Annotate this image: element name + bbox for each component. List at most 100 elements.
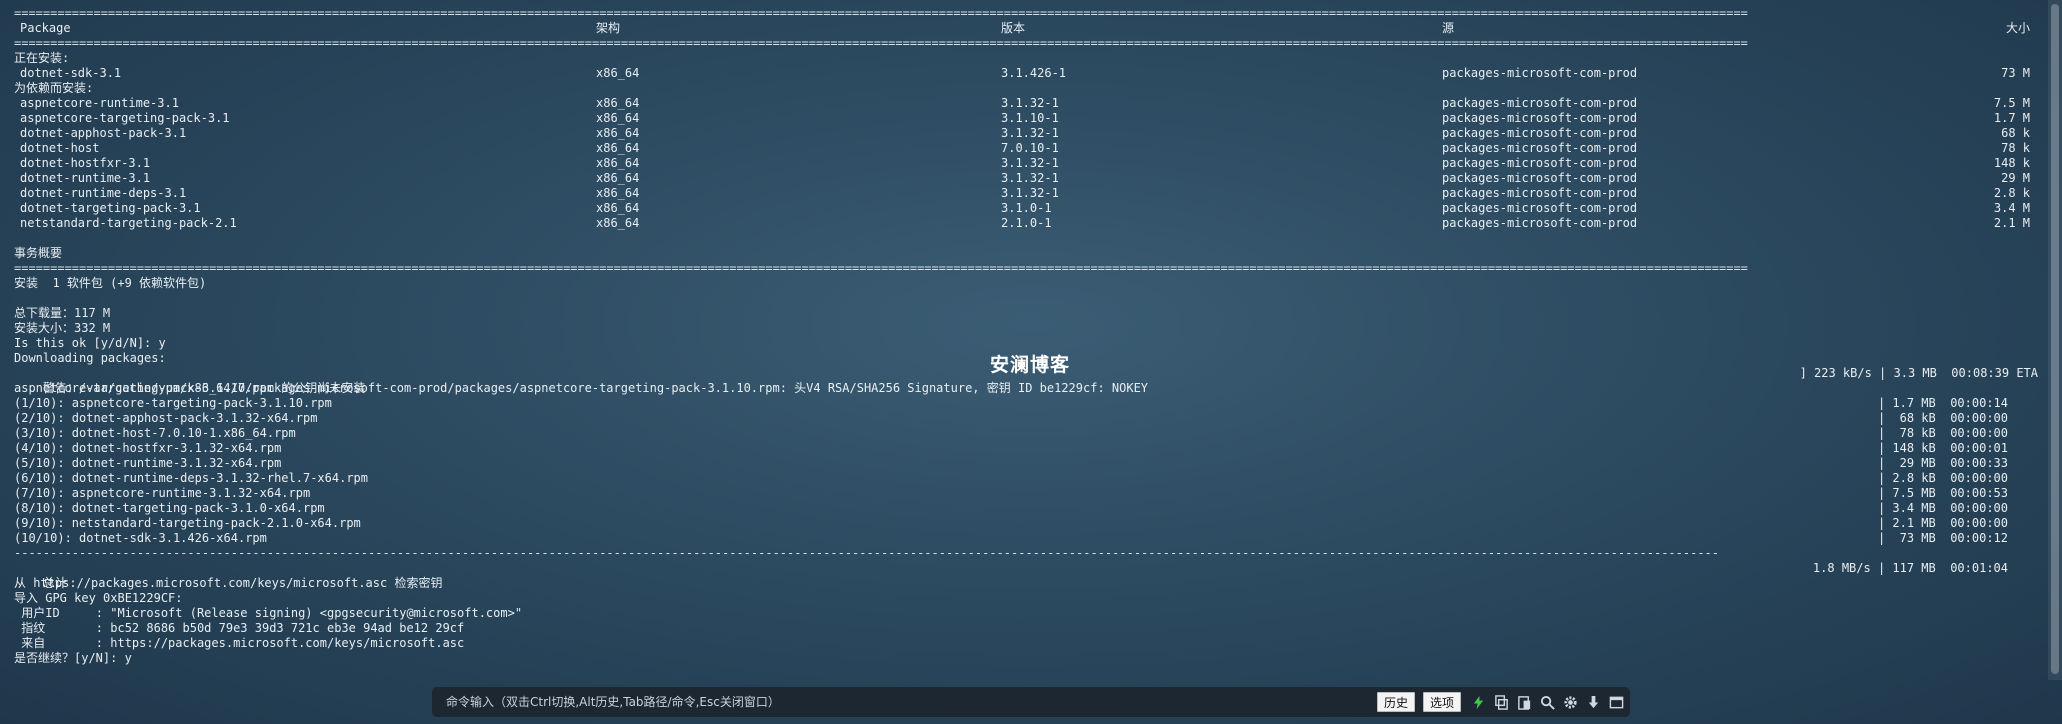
download-name: (2/10): dotnet-apphost-pack-3.1.32-x64.r… xyxy=(14,411,318,425)
options-button[interactable]: 选项 xyxy=(1422,692,1461,712)
search-icon[interactable] xyxy=(1538,693,1556,711)
download-stat: | 7.5 MB 00:00:53 xyxy=(1877,486,2008,500)
package-repo: packages-microsoft-com-prod xyxy=(1442,186,1638,200)
package-arch: x86_64 xyxy=(596,141,640,155)
window-icon[interactable] xyxy=(1607,693,1625,711)
history-button[interactable]: 历史 xyxy=(1376,692,1415,712)
package-repo: packages-microsoft-com-prod xyxy=(1442,216,1638,230)
download-name: (4/10): dotnet-hostfxr-3.1.32-x64.rpm xyxy=(14,441,282,455)
package-version: 3.1.0-1 xyxy=(1001,201,1052,215)
download-row: (7/10): aspnetcore-runtime-3.1.32-x64.rp… xyxy=(14,486,2038,501)
package-version: 3.1.32-1 xyxy=(1001,186,1059,200)
table-header: Package 架构 版本 源 大小 xyxy=(14,21,2038,36)
package-version: 2.1.0-1 xyxy=(1001,216,1052,230)
continue-prompt: 是否继续？[y/N]: y xyxy=(14,651,132,665)
download-row: (4/10): dotnet-hostfxr-3.1.32-x64.rpm | 1… xyxy=(14,441,2038,456)
package-name: dotnet-hostfxr-3.1 xyxy=(20,156,151,170)
download-row: (8/10): dotnet-targeting-pack-3.1.0-x64.… xyxy=(14,501,2038,516)
lightning-icon[interactable] xyxy=(1469,693,1487,711)
package-repo: packages-microsoft-com-prod xyxy=(1442,141,1638,155)
key-from: 来自 : https://packages.microsoft.com/keys… xyxy=(14,636,465,650)
install-size: 安装大小：332 M xyxy=(14,321,111,335)
package-size: 78 k xyxy=(2001,141,2030,155)
download-stat: | 73 MB 00:00:12 xyxy=(1877,531,2008,545)
package-version: 3.1.32-1 xyxy=(1001,96,1059,110)
total-stat: 1.8 MB/s | 117 MB 00:01:04 xyxy=(1812,561,2008,575)
command-input[interactable] xyxy=(432,686,1377,718)
download-row: (10/10): dotnet-sdk-3.1.426-x64.rpm | 73 … xyxy=(14,531,2038,546)
package-arch: x86_64 xyxy=(596,156,640,170)
package-size: 73 M xyxy=(2001,66,2030,80)
download-row: (5/10): dotnet-runtime-3.1.32-x64.rpm | 2… xyxy=(14,456,2038,471)
download-row: (1/10): aspnetcore-targeting-pack-3.1.10… xyxy=(14,396,2038,411)
download-icon[interactable] xyxy=(1584,693,1602,711)
download-stat: | 3.4 MB 00:00:00 xyxy=(1877,501,2008,515)
separator: ========================================… xyxy=(14,6,1748,20)
download-name: (1/10): aspnetcore-targeting-pack-3.1.10… xyxy=(14,396,332,410)
package-size: 3.4 M xyxy=(1993,201,2030,215)
package-arch: x86_64 xyxy=(596,186,640,200)
confirm-prompt: Is this ok [y/d/N]: y xyxy=(14,336,166,350)
package-row: aspnetcore-runtime-3.1 x86_64 3.1.32-1 pack… xyxy=(14,96,2038,111)
header-package: Package xyxy=(20,21,71,35)
download-stat: | 78 kB 00:00:00 xyxy=(1877,426,2008,440)
download-name: (7/10): aspnetcore-runtime-3.1.32-x64.rp… xyxy=(14,486,311,500)
copy-icon[interactable] xyxy=(1492,693,1510,711)
command-bar: 历史 选项 xyxy=(432,686,1630,718)
paste-icon[interactable] xyxy=(1515,693,1533,711)
deps-label: 为依赖而安装: xyxy=(14,81,94,95)
summary-label: 事务概要 xyxy=(14,246,63,260)
gear-icon[interactable] xyxy=(1561,693,1579,711)
scrollbar[interactable] xyxy=(2048,0,2062,680)
download-name: (8/10): dotnet-targeting-pack-3.1.0-x64.… xyxy=(14,501,325,515)
download-stat: | 29 MB 00:00:33 xyxy=(1877,456,2008,470)
package-size: 2.1 M xyxy=(1993,216,2030,230)
package-arch: x86_64 xyxy=(596,66,640,80)
download-stat: | 2.1 MB 00:00:00 xyxy=(1877,516,2008,530)
package-size: 2.8 k xyxy=(1993,186,2030,200)
package-row: aspnetcore-targeting-pack-3.1 x86_64 3.1.1… xyxy=(14,111,2038,126)
package-name: aspnetcore-targeting-pack-3.1 xyxy=(20,111,230,125)
package-arch: x86_64 xyxy=(596,111,640,125)
package-repo: packages-microsoft-com-prod xyxy=(1442,66,1638,80)
package-repo: packages-microsoft-com-prod xyxy=(1442,201,1638,215)
download-name: (6/10): dotnet-runtime-deps-3.1.32-rhel.… xyxy=(14,471,369,485)
installing-label: 正在安装: xyxy=(14,51,70,65)
package-row: dotnet-sdk-3.1 x86_64 3.1.426-1 packages-mi… xyxy=(14,66,2038,81)
scrollbar-thumb[interactable] xyxy=(2051,4,2059,674)
key-import: 导入 GPG key 0xBE1229CF: xyxy=(14,591,183,605)
download-name: (3/10): dotnet-host-7.0.10-1.x86_64.rpm xyxy=(14,426,296,440)
terminal-output: ========================================… xyxy=(14,6,2038,676)
separator: ========================================… xyxy=(14,36,1748,50)
package-name: dotnet-sdk-3.1 xyxy=(20,66,122,80)
download-stat: | 148 kB 00:00:01 xyxy=(1877,441,2008,455)
header-arch: 架构 xyxy=(596,21,621,35)
key-user: 用户ID : "Microsoft (Release signing) <gpg… xyxy=(14,606,523,620)
install-summary: 安装 1 软件包 (+9 依赖软件包) xyxy=(14,276,207,290)
package-row: dotnet-apphost-pack-3.1 x86_64 3.1.32-1 pac… xyxy=(14,126,2038,141)
package-size: 7.5 M xyxy=(1993,96,2030,110)
package-version: 3.1.10-1 xyxy=(1001,111,1059,125)
package-size: 1.7 M xyxy=(1993,111,2030,125)
package-arch: x86_64 xyxy=(596,96,640,110)
download-name: (5/10): dotnet-runtime-3.1.32-x64.rpm xyxy=(14,456,282,470)
header-version: 版本 xyxy=(1001,21,1026,35)
package-row: dotnet-host x86_64 7.0.10-1 packages-micros… xyxy=(14,141,2038,156)
package-size: 29 M xyxy=(2001,171,2030,185)
package-arch: x86_64 xyxy=(596,216,640,230)
download-row: (2/10): dotnet-apphost-pack-3.1.32-x64.r… xyxy=(14,411,2038,426)
package-row: dotnet-runtime-3.1 x86_64 3.1.32-1 packages… xyxy=(14,171,2038,186)
package-row: dotnet-hostfxr-3.1 x86_64 3.1.32-1 packages… xyxy=(14,156,2038,171)
package-size: 148 k xyxy=(1993,156,2030,170)
dashed-separator: ----------------------------------------… xyxy=(14,546,1720,560)
download-stat: | 1.7 MB 00:00:14 xyxy=(1877,396,2008,410)
download-row: (3/10): dotnet-host-7.0.10-1.x86_64.rpm |… xyxy=(14,426,2038,441)
download-stat: | 68 kB 00:00:00 xyxy=(1877,411,2008,425)
package-size: 68 k xyxy=(2001,126,2030,140)
pubkey-missing: aspnetcore-targeting-pack-3.1.10.rpm 的公钥… xyxy=(14,381,366,395)
package-version: 3.1.32-1 xyxy=(1001,156,1059,170)
watermark: 安澜博客 xyxy=(990,354,1071,376)
package-version: 3.1.32-1 xyxy=(1001,171,1059,185)
package-row: dotnet-targeting-pack-3.1 x86_64 3.1.0-1 pa… xyxy=(14,201,2038,216)
total-line: 总计 1.8 MB/s | 117 MB 00:01:04 xyxy=(14,561,2038,590)
